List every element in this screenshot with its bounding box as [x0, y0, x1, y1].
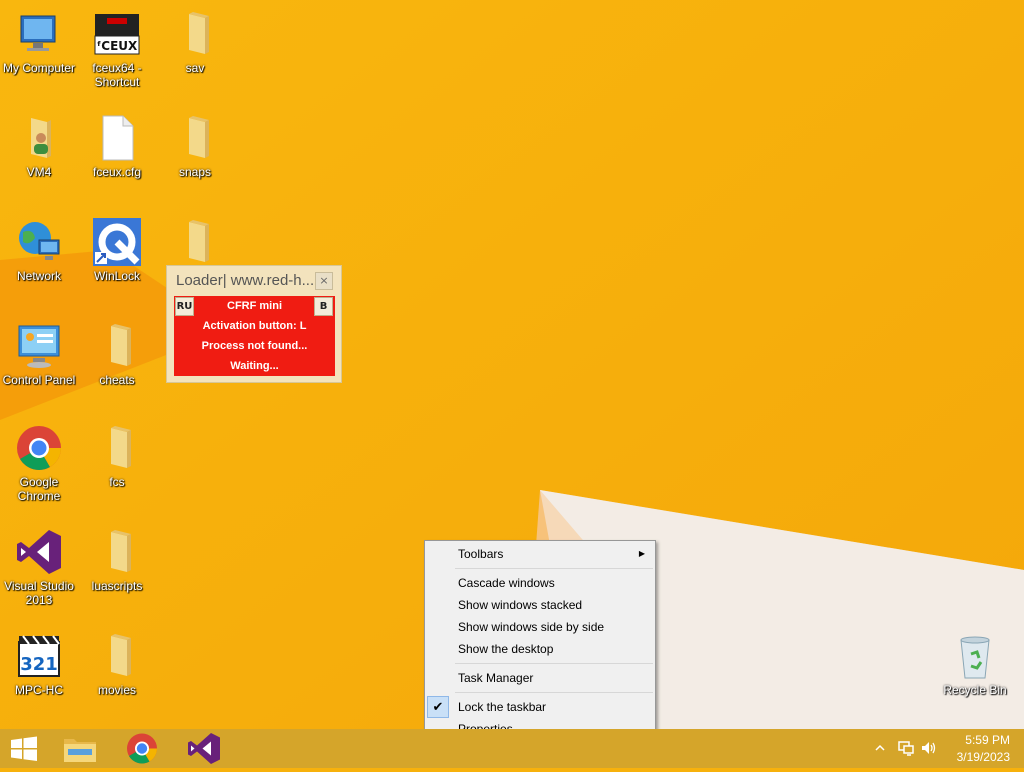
visual-studio-icon	[188, 733, 220, 764]
desktop-icon-vm4[interactable]: VM4	[0, 114, 78, 179]
visual-studio-icon	[17, 530, 61, 574]
chrome-icon	[17, 426, 61, 470]
folder-icon	[111, 530, 131, 572]
mpc-hc-icon: 321	[18, 635, 60, 677]
loader-line-title: CFRF mini	[227, 300, 282, 312]
folder-icon	[189, 12, 209, 54]
desktop-icon-label: Control Panel	[2, 373, 76, 387]
desktop-icon-luascripts[interactable]: luascripts	[78, 528, 156, 593]
loader-ru-button[interactable]: RU	[175, 297, 194, 316]
desktop-icon-label: Google Chrome	[17, 475, 61, 503]
desktop-icon-fcs[interactable]: fcs	[78, 424, 156, 489]
desktop-icon-label: sav	[185, 61, 205, 75]
desktop-icon-winlock[interactable]: WinLock	[78, 218, 156, 283]
menu-item-show-windows-side-by-side[interactable]: Show windows side by side	[425, 616, 655, 638]
menu-separator	[455, 568, 653, 569]
loader-status-panel: CFRF mini Activation button: L Process n…	[174, 296, 335, 376]
desktop-icon-recycle-bin[interactable]: Recycle Bin	[936, 632, 1014, 697]
menu-separator	[455, 692, 653, 693]
start-button[interactable]	[0, 729, 48, 768]
taskbar-chrome[interactable]	[118, 729, 166, 768]
svg-text:321: 321	[20, 654, 58, 675]
clock-date: 3/19/2023	[956, 750, 1010, 764]
folder-icon	[189, 116, 209, 158]
desktop-icon-control-panel[interactable]: Control Panel	[0, 322, 78, 387]
volume-icon[interactable]	[920, 739, 938, 757]
network-icon	[19, 222, 60, 260]
desktop-icon-network[interactable]: Network	[0, 218, 78, 283]
menu-separator	[455, 663, 653, 664]
folder-icon	[111, 426, 131, 468]
desktop-icon-label: fceux64 - Shortcut	[92, 61, 142, 89]
loader-window[interactable]: Loader| www.red-h... × CFRF mini Activat…	[166, 265, 342, 383]
folder-icon	[111, 634, 131, 676]
loader-line-process: Process not found...	[201, 340, 308, 352]
folder-icon	[111, 324, 131, 366]
desktop-icon-label: movies	[97, 683, 136, 697]
desktop-icon-movies[interactable]: movies	[78, 632, 156, 697]
user-folder-icon	[31, 118, 51, 158]
desktop-icon-label: snaps	[178, 165, 212, 179]
taskbar-file-explorer[interactable]	[56, 729, 104, 768]
desktop-icon-snaps[interactable]: snaps	[156, 114, 234, 179]
winlock-icon	[93, 218, 141, 266]
desktop-icon-fceux-cfg[interactable]: fceux.cfg	[78, 114, 156, 179]
menu-item-show-windows-stacked[interactable]: Show windows stacked	[425, 594, 655, 616]
loader-line-activation: Activation button: L	[202, 320, 307, 332]
desktop-icon-label: cheats	[99, 373, 135, 387]
desktop-icon-label: luascripts	[91, 579, 143, 593]
file-explorer-icon	[64, 739, 96, 762]
desktop-icon-my-computer[interactable]: My Computer	[0, 10, 78, 75]
recycle-bin-icon	[960, 636, 990, 679]
checkmark-icon: ✔	[427, 696, 449, 718]
fceux-icon: ᶠCEUX	[94, 14, 140, 55]
menu-item-cascade-windows[interactable]: Cascade windows	[425, 572, 655, 594]
desktop-icon-fceux64-shortcut[interactable]: ᶠCEUX fceux64 - Shortcut	[78, 10, 156, 89]
control-panel-icon	[18, 325, 60, 368]
taskbar-context-menu: Toolbars ▶ Cascade windows Show windows …	[424, 540, 656, 743]
desktop-icon-google-chrome[interactable]: Google Chrome	[0, 424, 78, 503]
desktop-icon-sav[interactable]: sav	[156, 10, 234, 75]
chevron-right-icon: ▶	[638, 549, 645, 558]
show-hidden-icons-icon[interactable]	[874, 743, 886, 753]
computer-icon	[20, 15, 56, 51]
desktop-icon-label: MPC-HC	[15, 683, 63, 697]
desktop-icon-label: Recycle Bin	[943, 683, 1007, 697]
loader-close-button[interactable]: ×	[315, 272, 333, 290]
desktop-icon-label: WinLock	[93, 269, 140, 283]
chrome-icon	[127, 733, 157, 764]
desktop-icon-label: Visual Studio 2013	[4, 579, 74, 607]
desktop-icon-label: VM4	[26, 165, 52, 179]
desktop-icon-label: fceux.cfg	[92, 165, 142, 179]
clock-time: 5:59 PM	[965, 733, 1010, 747]
desktop-icon-visual-studio-2013[interactable]: Visual Studio 2013	[0, 528, 78, 607]
folder-icon	[189, 220, 209, 262]
desktop-icon-label: fcs	[109, 475, 125, 489]
menu-item-show-the-desktop[interactable]: Show the desktop	[425, 638, 655, 660]
taskbar-visual-studio[interactable]	[180, 729, 228, 768]
start-icon	[11, 736, 37, 761]
desktop-icon-label: Network	[16, 269, 61, 283]
menu-item-task-manager[interactable]: Task Manager	[425, 667, 655, 689]
network-status-icon[interactable]	[897, 739, 915, 757]
taskbar[interactable]: 5:59 PM 3/19/2023	[0, 729, 1024, 768]
desktop-icon-label: My Computer	[2, 61, 76, 75]
file-icon	[102, 115, 134, 161]
menu-item-lock-the-taskbar[interactable]: ✔ Lock the taskbar	[425, 696, 655, 718]
svg-text:ᶠCEUX: ᶠCEUX	[97, 39, 138, 53]
desktop-icon-cheats[interactable]: cheats	[78, 322, 156, 387]
loader-title: Loader| www.red-h...	[176, 272, 315, 289]
desktop-icon-mpc-hc[interactable]: 321 MPC-HC	[0, 632, 78, 697]
loader-line-status: Waiting...	[230, 360, 279, 372]
loader-b-button[interactable]: B	[314, 297, 333, 316]
menu-item-toolbars[interactable]: Toolbars ▶	[425, 543, 655, 565]
taskbar-clock[interactable]: 5:59 PM 3/19/2023	[944, 729, 1024, 768]
